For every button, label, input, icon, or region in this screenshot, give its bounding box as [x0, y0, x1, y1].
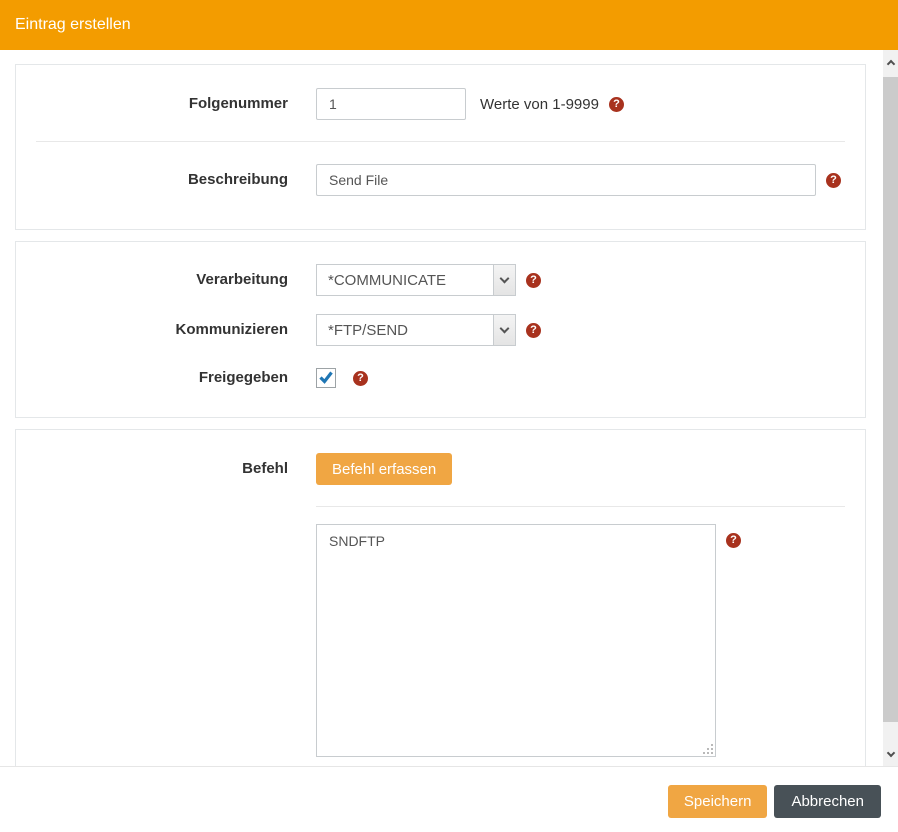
freigegeben-controls: ? — [316, 368, 845, 388]
verarbeitung-controls: *COMMUNICATE ? — [316, 264, 845, 296]
command-textarea-wrapper: SNDFTP — [316, 524, 716, 757]
verarbeitung-select[interactable]: *COMMUNICATE — [316, 264, 516, 296]
beschreibung-input[interactable] — [316, 164, 816, 196]
folgenummer-input[interactable] — [316, 88, 466, 120]
folgenummer-controls: Werte von 1-9999 ? — [316, 88, 845, 120]
verarbeitung-select-arrow[interactable] — [493, 265, 515, 295]
cancel-button[interactable]: Abbrechen — [774, 785, 881, 818]
dialog-body: Folgenummer Werte von 1-9999 ? Beschreib… — [0, 50, 898, 766]
chevron-down-icon — [500, 274, 510, 284]
kommunizieren-selected-value: *FTP/SEND — [317, 315, 493, 345]
kommunizieren-select-arrow[interactable] — [493, 315, 515, 345]
scrollbar[interactable] — [883, 50, 898, 766]
freigegeben-checkbox[interactable] — [316, 368, 336, 388]
create-entry-dialog: Eintrag erstellen Folgenummer Werte von … — [0, 0, 898, 832]
chevron-down-icon — [500, 324, 510, 334]
scrollbar-down-button[interactable] — [883, 744, 898, 764]
panel-processing: Verarbeitung *COMMUNICATE ? Kommuniziere… — [15, 241, 866, 418]
dialog-footer: Speichern Abbrechen — [0, 766, 898, 832]
form-row-verarbeitung: Verarbeitung *COMMUNICATE ? — [16, 242, 865, 305]
command-textarea[interactable]: SNDFTP — [316, 524, 716, 757]
kommunizieren-controls: *FTP/SEND ? — [316, 314, 845, 346]
form-content: Folgenummer Werte von 1-9999 ? Beschreib… — [0, 50, 883, 766]
folgenummer-hint: Werte von 1-9999 — [480, 96, 599, 113]
freigegeben-label: Freigegeben — [36, 368, 288, 388]
kommunizieren-help-icon[interactable]: ? — [526, 323, 541, 338]
scrollbar-thumb[interactable] — [883, 77, 898, 722]
form-row-kommunizieren: Kommunizieren *FTP/SEND ? — [16, 305, 865, 357]
form-row-befehl-text: SNDFTP ? — [16, 507, 865, 766]
resize-grip-icon[interactable] — [711, 752, 713, 754]
beschreibung-label: Beschreibung — [36, 164, 288, 196]
form-row-beschreibung: Beschreibung ? — [16, 142, 865, 229]
capture-command-button[interactable]: Befehl erfassen — [316, 453, 452, 485]
beschreibung-controls: ? — [316, 164, 845, 196]
kommunizieren-label: Kommunizieren — [36, 314, 288, 346]
panel-general: Folgenummer Werte von 1-9999 ? Beschreib… — [15, 64, 866, 230]
form-row-freigegeben: Freigegeben ? — [16, 357, 865, 417]
dialog-title: Eintrag erstellen — [15, 16, 131, 34]
befehl-help-icon[interactable]: ? — [726, 533, 741, 548]
befehl-controls: Befehl erfassen — [316, 453, 845, 485]
scrollbar-up-button[interactable] — [883, 52, 898, 72]
panel-command: Befehl Befehl erfassen SNDFTP ? — [15, 429, 866, 766]
dialog-header: Eintrag erstellen — [0, 0, 898, 50]
form-row-befehl: Befehl Befehl erfassen — [16, 430, 865, 506]
kommunizieren-select[interactable]: *FTP/SEND — [316, 314, 516, 346]
verarbeitung-selected-value: *COMMUNICATE — [317, 265, 493, 295]
freigegeben-help-icon[interactable]: ? — [353, 371, 368, 386]
check-icon — [318, 369, 334, 385]
form-row-folgenummer: Folgenummer Werte von 1-9999 ? — [16, 65, 865, 141]
chevron-up-icon — [886, 59, 894, 67]
befehl-label: Befehl — [36, 453, 288, 485]
befehl-text-label — [36, 524, 288, 757]
beschreibung-help-icon[interactable]: ? — [826, 173, 841, 188]
verarbeitung-help-icon[interactable]: ? — [526, 273, 541, 288]
folgenummer-help-icon[interactable]: ? — [609, 97, 624, 112]
save-button[interactable]: Speichern — [668, 785, 768, 818]
befehl-text-controls: SNDFTP ? — [316, 524, 845, 757]
verarbeitung-label: Verarbeitung — [36, 264, 288, 296]
folgenummer-label: Folgenummer — [36, 88, 288, 120]
chevron-down-icon — [886, 748, 894, 756]
